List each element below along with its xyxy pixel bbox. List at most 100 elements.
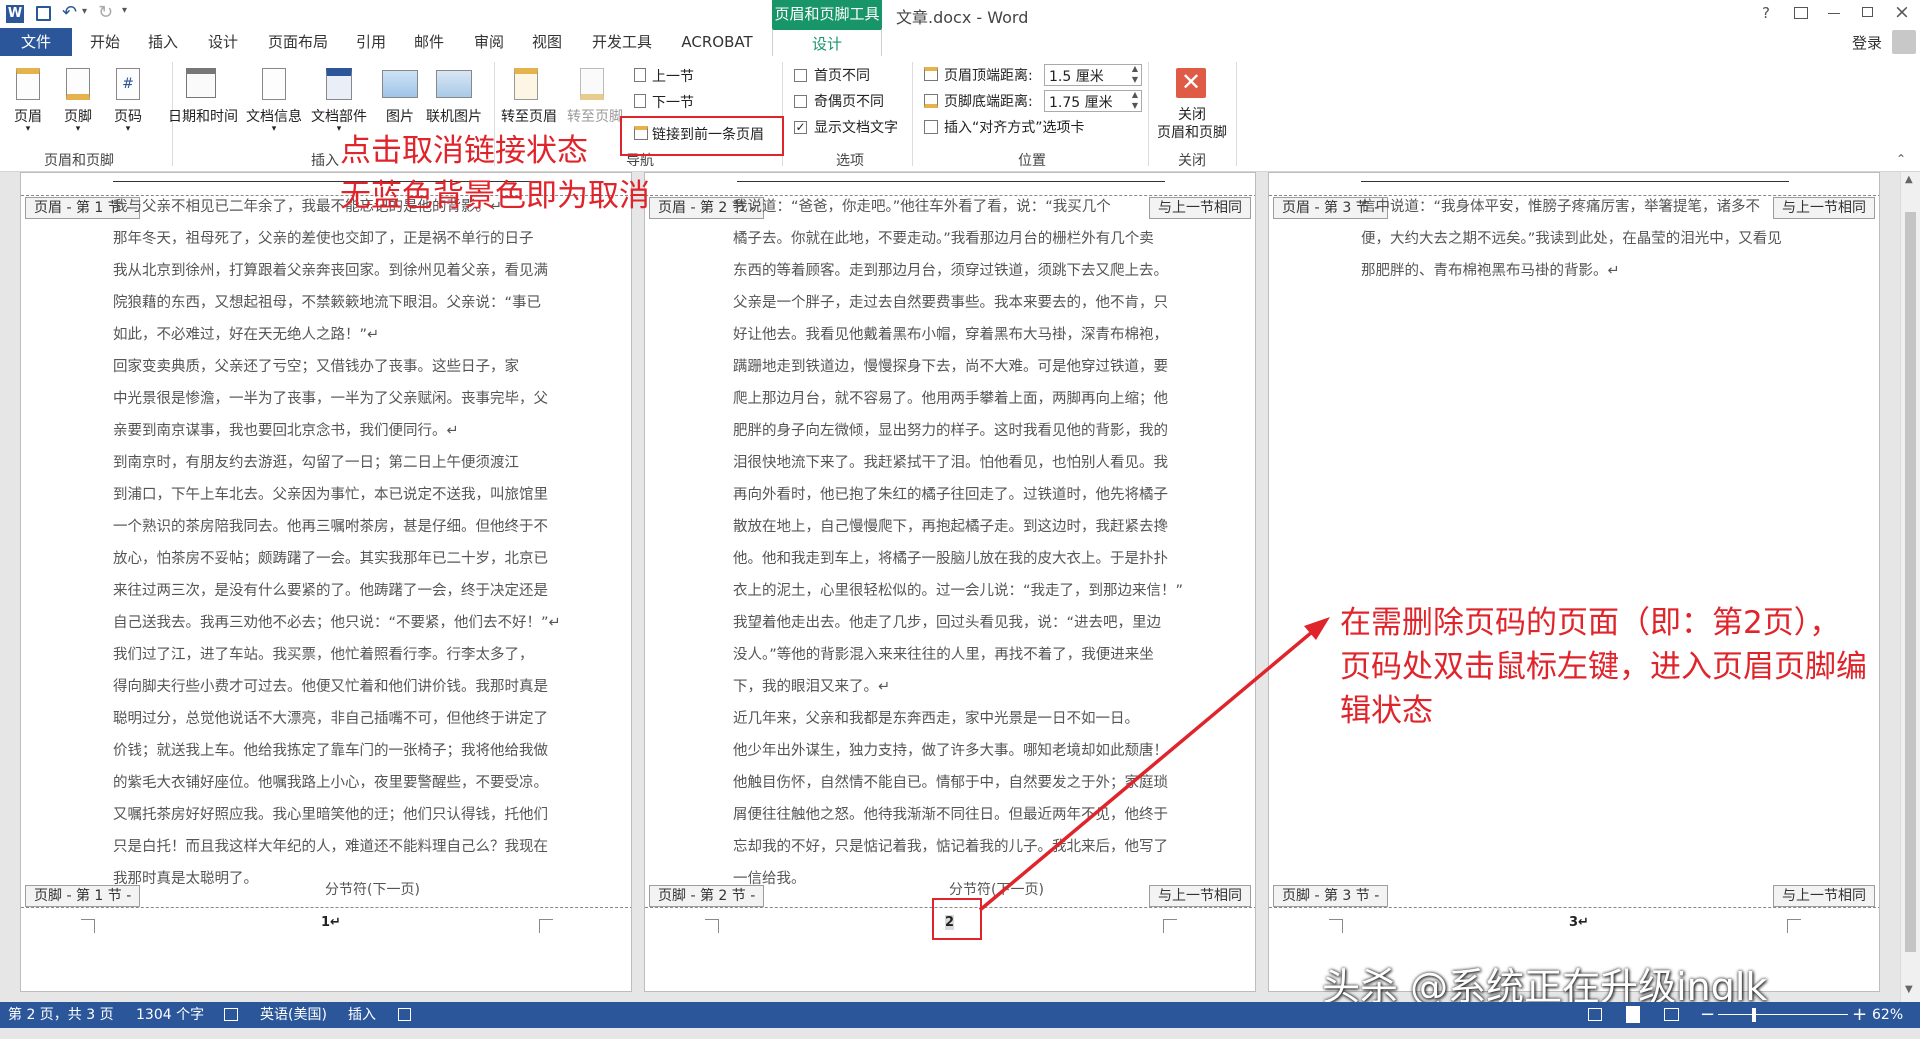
footer-bottom-value[interactable]: 1.75 厘米 bbox=[1049, 92, 1113, 112]
body-text-line[interactable]: 他。他和我走到车上，将橘子一股脑儿放在我的皮大衣上。于是扑扑 bbox=[733, 543, 1168, 575]
body-text-line[interactable]: 再向外看时，他已抱了朱红的橘子往回走了。过铁道时，他先将橘子 bbox=[733, 479, 1168, 511]
tab-mailings[interactable]: 邮件 bbox=[404, 28, 454, 56]
document-info-dropdown-icon[interactable]: ▾ bbox=[242, 124, 306, 134]
footer-dropdown-icon[interactable]: ▾ bbox=[58, 124, 98, 134]
body-text-line[interactable]: 父亲是一个胖子，走过去自然要费事些。我本来要去的，他不肯，只 bbox=[733, 287, 1168, 319]
customize-qat-icon[interactable]: ▾ bbox=[122, 5, 127, 16]
body-text-line[interactable]: 屑便往往触他之怒。他待我渐渐不同往日。但最近两年不见，他终于 bbox=[733, 799, 1168, 831]
word-app-icon[interactable]: W bbox=[6, 5, 24, 23]
body-text-line[interactable]: 没人。”等他的背影混入来来往往的人里，再找不着了，我便进来坐 bbox=[733, 639, 1154, 671]
read-mode-icon[interactable] bbox=[1588, 1008, 1602, 1021]
document-page[interactable]: 页眉 - 第 2 节 - 与上一节相同 我说道：“爸爸，你走吧。”他往车外看了看，说… bbox=[644, 172, 1256, 992]
quick-parts-icon[interactable] bbox=[326, 68, 352, 100]
scroll-thumb[interactable] bbox=[1905, 212, 1916, 952]
login-link[interactable]: 登录 bbox=[1852, 32, 1882, 53]
tab-home[interactable]: 开始 bbox=[80, 28, 130, 56]
previous-section-button[interactable]: 上一节 bbox=[652, 66, 694, 86]
body-text-line[interactable]: 只是白托！而且我这样大年纪的人，难道还不能料理自己么？我现在 bbox=[113, 831, 548, 863]
body-text-line[interactable]: 我望着他走出去。他走了几步，回过头看见我，说：“进去吧，里边 bbox=[733, 607, 1161, 639]
proofing-icon[interactable] bbox=[224, 1008, 238, 1021]
body-text-line[interactable]: 聪明过分，总觉他说话不大漂亮，非自己插嘴不可，但他终于讲定了 bbox=[113, 703, 548, 735]
body-text-line[interactable]: 东西的等着顾客。走到那边月台，须穿过铁道，须跳下去又爬上去。 bbox=[733, 255, 1168, 287]
body-text-line[interactable]: 他少年出外谋生，独力支持，做了许多大事。哪知老境却如此颓唐！ bbox=[733, 735, 1168, 767]
body-text-line[interactable]: 回家变卖典质，父亲还了亏空；又借钱办了丧事。这些日子，家 bbox=[113, 351, 519, 383]
datetime-button[interactable]: 日期和时间 bbox=[164, 106, 242, 126]
close-hf-button-line1[interactable]: 关闭 bbox=[1152, 106, 1232, 124]
body-text-line[interactable]: 散放在地上，自己慢慢爬下，再抱起橘子走。到这边时，我赶紧去搀 bbox=[733, 511, 1168, 543]
header-dropdown-icon[interactable]: ▾ bbox=[8, 124, 48, 134]
scroll-down-icon[interactable]: ▼ bbox=[1905, 984, 1913, 995]
header-top-spinner[interactable]: 1.5 厘米 ▲ ▼ bbox=[1044, 64, 1142, 86]
next-section-button[interactable]: 下一节 bbox=[652, 92, 694, 112]
tab-review[interactable]: 审阅 bbox=[464, 28, 514, 56]
zoom-in-icon[interactable]: + bbox=[1852, 1002, 1867, 1028]
save-icon[interactable] bbox=[36, 6, 51, 21]
spinner-arrows-icon[interactable]: ▲ ▼ bbox=[1132, 63, 1138, 85]
body-text-line[interactable]: 又嘱托茶房好好照应我。我心里暗笑他的迂；他们只认得钱，托他们 bbox=[113, 799, 548, 831]
status-language[interactable]: 英语(美国) bbox=[260, 1002, 327, 1028]
previous-section-icon[interactable] bbox=[634, 68, 646, 82]
show-document-text-checkbox[interactable]: ✓ bbox=[794, 121, 807, 134]
tab-page-layout[interactable]: 页面布局 bbox=[258, 28, 338, 56]
close-hf-button-line2[interactable]: 页眉和页脚 bbox=[1152, 124, 1232, 142]
body-text-line[interactable]: 来往过两三次，是没有什么要紧的了。他踌躇了一会，终于决定还是 bbox=[113, 575, 548, 607]
online-pictures-button[interactable]: 联机图片 bbox=[420, 106, 488, 126]
minimize-icon[interactable] bbox=[1828, 13, 1840, 14]
body-text-line[interactable]: 我们过了江，进了车站。我买票，他忙着照看行李。行李太多了， bbox=[113, 639, 534, 671]
body-text-line[interactable]: 便，大约大去之期不远矣。”我读到此处，在晶莹的泪光中，又看见 bbox=[1361, 223, 1782, 255]
header-top-value[interactable]: 1.5 厘米 bbox=[1049, 66, 1104, 86]
document-page[interactable]: 页眉 - 第 1 节 - 我与父亲不相见已二年余了，我最不能忘记的是他的背影。↵ 那… bbox=[20, 172, 632, 992]
vertical-scrollbar[interactable]: ▲ ▼ bbox=[1900, 172, 1920, 1002]
body-text-line[interactable]: 到南京时，有朋友约去游逛，勾留了一日；第二日上午便须渡江 bbox=[113, 447, 519, 479]
body-text-line[interactable]: 亲要到南京谋事，我也要回北京念书，我们便同行。↵ bbox=[113, 415, 459, 447]
quick-parts-button[interactable]: 文档部件 bbox=[306, 106, 372, 126]
redo-icon[interactable]: ↻ bbox=[98, 2, 113, 23]
calendar-clock-icon[interactable] bbox=[186, 68, 216, 98]
collapse-ribbon-icon[interactable]: ⌃ bbox=[1896, 152, 1906, 166]
document-page[interactable]: 页眉 - 第 3 节 - 与上一节相同 信中说道：“我身体平安，惟膀子疼痛厉害，举箸… bbox=[1268, 172, 1880, 992]
body-text-line[interactable]: 那肥胖的、青布棉袍黑布马褂的背影。↵ bbox=[1361, 255, 1620, 287]
status-zoom[interactable]: 62% bbox=[1872, 1002, 1903, 1028]
body-text-line[interactable]: 的紫毛大衣铺好座位。他嘱我路上小心，夜里要警醒些，不要受凉。 bbox=[113, 767, 548, 799]
document-info-button[interactable]: 文档信息 bbox=[242, 106, 306, 126]
close-window-icon[interactable]: × bbox=[1894, 1, 1910, 23]
close-red-x-icon[interactable]: ✕ bbox=[1176, 68, 1206, 98]
tab-design[interactable]: 设计 bbox=[198, 28, 248, 56]
undo-icon[interactable]: ↶ bbox=[62, 2, 77, 23]
page-number[interactable]: 3↵ bbox=[1569, 915, 1589, 930]
body-text-line[interactable]: 近几年来，父亲和我都是东奔西走，家中光景是一日不如一日。 bbox=[733, 703, 1139, 735]
body-text-line[interactable]: 一个熟识的茶房陪我同去。他再三嘱咐茶房，甚是仔细。但他终于不 bbox=[113, 511, 548, 543]
goto-header-button[interactable]: 转至页眉 bbox=[496, 106, 562, 126]
body-text-line[interactable]: 衣上的泥土，心里很轻松似的。过一会儿说：“我走了，到那边来信！” bbox=[733, 575, 1183, 607]
body-text-line[interactable]: 院狼藉的东西，又想起祖母，不禁簌簌地流下眼泪。父亲说：“事已 bbox=[113, 287, 541, 319]
page-number[interactable]: 1↵ bbox=[321, 915, 341, 930]
body-text-line[interactable]: 忘却我的不好，只是惦记着我，惦记着我的儿子。我北来后，他写了 bbox=[733, 831, 1168, 863]
page-number-button[interactable]: 页码 bbox=[108, 106, 148, 126]
scroll-up-icon[interactable]: ▲ bbox=[1905, 174, 1913, 185]
goto-header-icon[interactable] bbox=[514, 68, 538, 100]
body-text-line[interactable]: 放心，怕茶房不妥帖；颇踌躇了一会。其实我那年已二十岁，北京已 bbox=[113, 543, 548, 575]
page-number-icon[interactable]: # bbox=[116, 68, 140, 100]
tab-references[interactable]: 引用 bbox=[346, 28, 396, 56]
macro-record-icon[interactable] bbox=[398, 1008, 411, 1021]
body-text-line[interactable]: 蹒跚地走到铁道边，慢慢探身下去，尚不大难。可是他穿过铁道，要 bbox=[733, 351, 1168, 383]
body-text-line[interactable]: 价钱；就送我上车。他给我拣定了靠车门的一张椅子；我将他给我做 bbox=[113, 735, 548, 767]
different-first-page-checkbox[interactable] bbox=[794, 69, 807, 82]
tab-insert[interactable]: 插入 bbox=[138, 28, 188, 56]
web-layout-icon[interactable] bbox=[1664, 1008, 1679, 1021]
body-text-line[interactable]: 他触目伤怀，自然情不能自已。情郁于中，自然要发之于外；家庭琐 bbox=[733, 767, 1168, 799]
footer-icon[interactable] bbox=[66, 68, 90, 100]
tab-developer[interactable]: 开发工具 bbox=[582, 28, 662, 56]
ribbon-display-options-icon[interactable] bbox=[1794, 7, 1808, 19]
body-text-line[interactable]: 好让他去。我看见他戴着黑布小帽，穿着黑布大马褂，深青布棉袍， bbox=[733, 319, 1168, 351]
restore-icon[interactable] bbox=[1862, 7, 1873, 17]
pictures-button[interactable]: 图片 bbox=[378, 106, 422, 126]
body-text-line[interactable]: 下，我的眼泪又来了。↵ bbox=[733, 671, 890, 703]
picture-icon[interactable] bbox=[382, 70, 418, 98]
body-text-line[interactable]: 爬上那边月台，就不容易了。他用两手攀着上面，两脚再向上缩；他 bbox=[733, 383, 1168, 415]
body-text-line[interactable]: 自己送我去。我再三劝他不必去；他只说：“不要紧，他们去不好！”↵ bbox=[113, 607, 561, 639]
undo-dropdown-icon[interactable]: ▾ bbox=[82, 6, 87, 17]
tab-view[interactable]: 视图 bbox=[522, 28, 572, 56]
online-picture-icon[interactable] bbox=[436, 70, 472, 98]
goto-footer-icon[interactable] bbox=[580, 68, 604, 100]
